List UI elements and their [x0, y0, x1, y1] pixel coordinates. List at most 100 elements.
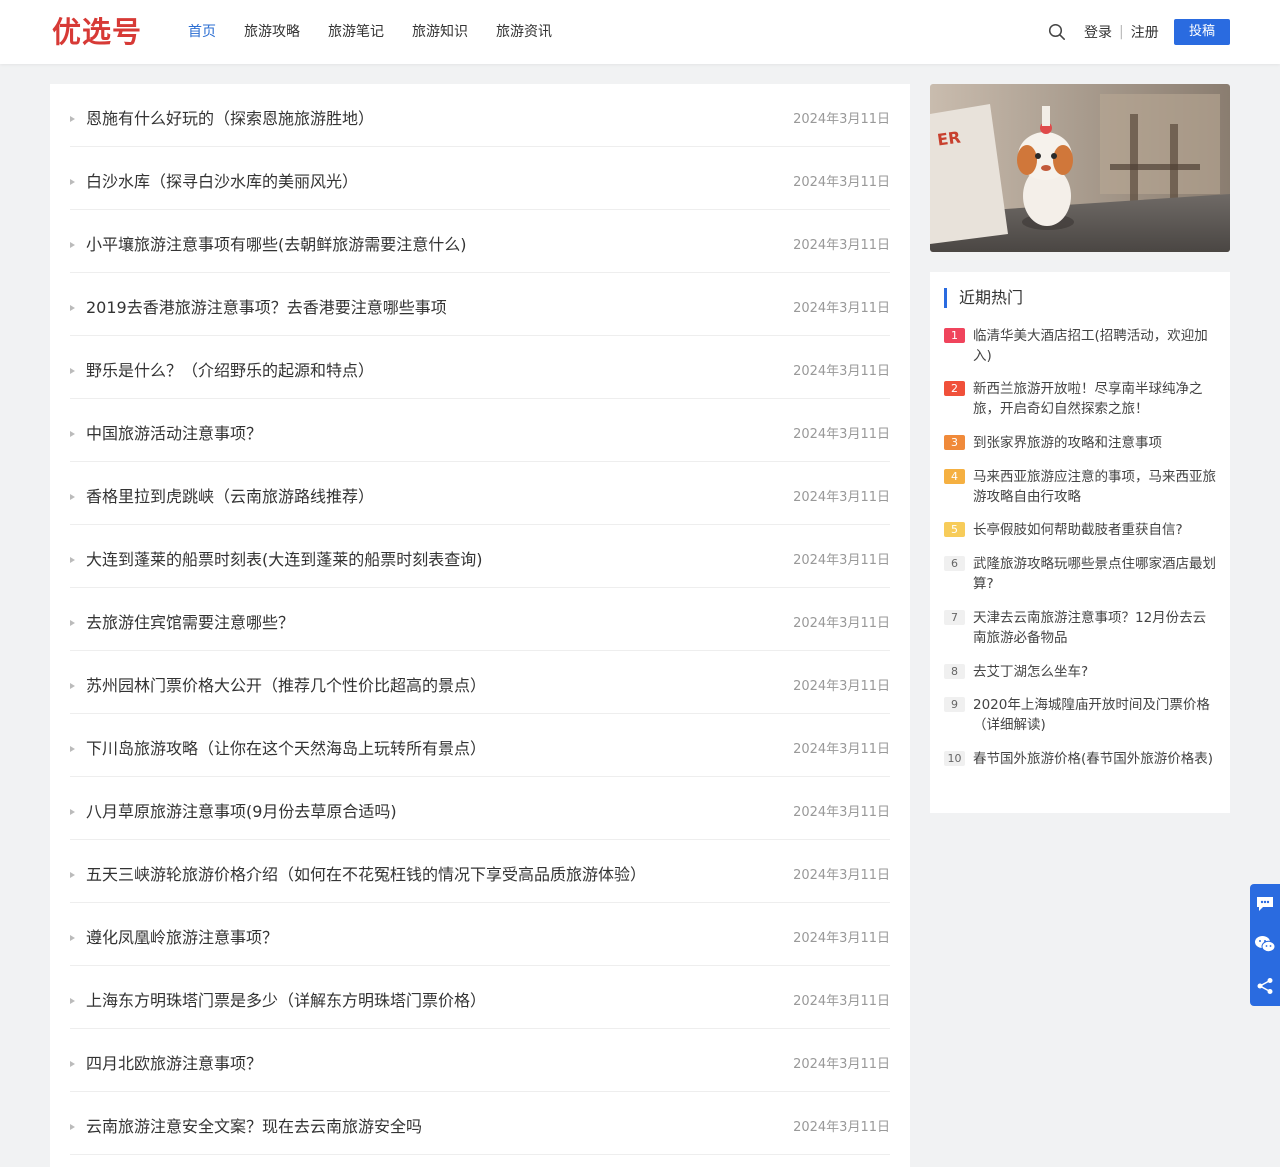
share-button[interactable] [1250, 966, 1280, 1006]
bullet-arrow-icon [70, 683, 75, 689]
article-row[interactable]: 香格里拉到虎跳峡（云南旅游路线推荐） 2024年3月11日 [70, 462, 890, 525]
article-title[interactable]: 恩施有什么好玩的（探索恩施旅游胜地） [86, 108, 374, 130]
article-row[interactable]: 苏州园林门票价格大公开（推荐几个性价比超高的景点） 2024年3月11日 [70, 651, 890, 714]
article-date: 2024年3月11日 [793, 931, 890, 946]
hot-rank-badge: 8 [944, 664, 965, 679]
article-date: 2024年3月11日 [793, 679, 890, 694]
article-row[interactable]: 四月北欧旅游注意事项？ 2024年3月11日 [70, 1029, 890, 1092]
comment-icon [1257, 897, 1273, 911]
comment-button[interactable] [1250, 884, 1280, 924]
bullet-arrow-icon [70, 242, 75, 248]
article-date: 2024年3月11日 [793, 175, 890, 190]
hot-rank-badge: 7 [944, 610, 965, 625]
hot-rank-badge: 6 [944, 556, 965, 571]
article-title[interactable]: 四月北欧旅游注意事项？ [86, 1053, 262, 1075]
floating-toolbar [1250, 884, 1280, 1006]
hot-post-title[interactable]: 天津去云南旅游注意事项？12月份去云南旅游必备物品 [973, 608, 1217, 648]
wechat-button[interactable] [1250, 924, 1280, 964]
search-icon[interactable] [1048, 23, 1066, 41]
article-title[interactable]: 中国旅游活动注意事项？ [86, 423, 262, 445]
hot-post-title[interactable]: 临清华美大酒店招工(招聘活动，欢迎加入) [973, 326, 1217, 366]
post-button[interactable]: 投稿 [1174, 19, 1230, 45]
article-title[interactable]: 小平壤旅游注意事项有哪些(去朝鲜旅游需要注意什么) [86, 234, 467, 256]
article-date: 2024年3月11日 [793, 742, 890, 757]
hot-rank-badge: 3 [944, 435, 965, 450]
article-date: 2024年3月11日 [793, 868, 890, 883]
hot-post-title[interactable]: 去艾丁湖怎么坐车? [973, 662, 1217, 682]
article-row[interactable]: 大连到蓬莱的船票时刻表(大连到蓬莱的船票时刻表查询) 2024年3月11日 [70, 525, 890, 588]
nav-item-3[interactable]: 旅游知识 [412, 0, 468, 64]
article-date: 2024年3月11日 [793, 616, 890, 631]
site-header: 优选号 首页 旅游攻略 旅游笔记 旅游知识 旅游资讯 登录 | 注册 投稿 [0, 0, 1280, 64]
register-link[interactable]: 注册 [1131, 22, 1159, 42]
bullet-arrow-icon [70, 179, 75, 185]
hot-post-title[interactable]: 新西兰旅游开放啦！尽享南半球纯净之旅，开启奇幻自然探索之旅！ [973, 379, 1217, 419]
login-link[interactable]: 登录 [1084, 22, 1112, 42]
hot-posts-title: 近期热门 [944, 288, 1023, 308]
hot-post-title[interactable]: 到张家界旅游的攻略和注意事项 [973, 433, 1217, 453]
hot-post-title[interactable]: 武隆旅游攻略玩哪些景点住哪家酒店最划算? [973, 554, 1217, 594]
article-row[interactable]: 去旅游住宾馆需要注意哪些？ 2024年3月11日 [70, 588, 890, 651]
featured-image[interactable]: ER [930, 84, 1230, 252]
nav-item-1[interactable]: 旅游攻略 [244, 0, 300, 64]
article-date: 2024年3月11日 [793, 301, 890, 316]
article-title[interactable]: 遵化凤凰岭旅游注意事项？ [86, 927, 278, 949]
bullet-arrow-icon [70, 935, 75, 941]
site-logo[interactable]: 优选号 [52, 14, 142, 50]
bullet-arrow-icon [70, 116, 75, 122]
hot-rank-badge: 10 [944, 751, 965, 766]
article-title[interactable]: 2019去香港旅游注意事项？去香港要注意哪些事项 [86, 297, 447, 319]
bullet-arrow-icon [70, 620, 75, 626]
bullet-arrow-icon [70, 494, 75, 500]
main-nav: 首页 旅游攻略 旅游笔记 旅游知识 旅游资讯 [188, 0, 580, 64]
hot-post-title[interactable]: 长亭假肢如何帮助截肢者重获自信? [973, 520, 1217, 540]
featured-photo: ER [930, 84, 1230, 252]
bullet-arrow-icon [70, 809, 75, 815]
hot-rank-badge: 1 [944, 328, 965, 343]
bullet-arrow-icon [70, 1061, 75, 1067]
article-title[interactable]: 五天三峡游轮旅游价格介绍（如何在不花冤枉钱的情况下享受高品质旅游体验） [86, 864, 646, 886]
article-title[interactable]: 下川岛旅游攻略（让你在这个天然海岛上玩转所有景点） [86, 738, 486, 760]
article-row[interactable]: 上海东方明珠塔门票是多少（详解东方明珠塔门票价格） 2024年3月11日 [70, 966, 890, 1029]
bullet-arrow-icon [70, 998, 75, 1004]
article-date: 2024年3月11日 [793, 553, 890, 568]
article-title[interactable]: 大连到蓬莱的船票时刻表(大连到蓬莱的船票时刻表查询) [86, 549, 483, 571]
bullet-arrow-icon [70, 746, 75, 752]
article-row[interactable]: 野乐是什么？（介绍野乐的起源和特点） 2024年3月11日 [70, 336, 890, 399]
hot-post-title[interactable]: 2020年上海城隍庙开放时间及门票价格（详细解读) [973, 695, 1217, 735]
article-list-panel: 恩施有什么好玩的（探索恩施旅游胜地） 2024年3月11日 白沙水库（探寻白沙水库的… [50, 84, 910, 1167]
article-date: 2024年3月11日 [793, 1120, 890, 1135]
nav-item-2[interactable]: 旅游笔记 [328, 0, 384, 64]
article-row[interactable]: 下川岛旅游攻略（让你在这个天然海岛上玩转所有景点） 2024年3月11日 [70, 714, 890, 777]
article-row[interactable]: 八月草原旅游注意事项(9月份去草原合适吗) 2024年3月11日 [70, 777, 890, 840]
article-title[interactable]: 云南旅游注意安全文案？现在去云南旅游安全吗 [86, 1116, 422, 1138]
auth-separator: | [1119, 24, 1124, 40]
article-row[interactable]: 中国旅游活动注意事项？ 2024年3月11日 [70, 399, 890, 462]
article-row[interactable]: 云南旅游注意安全文案？现在去云南旅游安全吗 2024年3月11日 [70, 1092, 890, 1155]
hot-rank-badge: 2 [944, 381, 965, 396]
nav-item-0[interactable]: 首页 [188, 0, 216, 64]
article-title[interactable]: 白沙水库（探寻白沙水库的美丽风光） [86, 171, 358, 193]
nav-item-4[interactable]: 旅游资讯 [496, 0, 552, 64]
article-title[interactable]: 香格里拉到虎跳峡（云南旅游路线推荐） [86, 486, 374, 508]
article-date: 2024年3月11日 [793, 427, 890, 442]
wechat-icon [1255, 936, 1276, 953]
article-row[interactable]: 2019去香港旅游注意事项？去香港要注意哪些事项 2024年3月11日 [70, 273, 890, 336]
hot-post-title[interactable]: 马来西亚旅游应注意的事项，马来西亚旅游攻略自由行攻略 [973, 467, 1217, 507]
article-title[interactable]: 八月草原旅游注意事项(9月份去草原合适吗) [86, 801, 397, 823]
article-date: 2024年3月11日 [793, 112, 890, 127]
article-title[interactable]: 野乐是什么？（介绍野乐的起源和特点） [86, 360, 374, 382]
article-title[interactable]: 去旅游住宾馆需要注意哪些？ [86, 612, 294, 634]
hot-post-title[interactable]: 春节国外旅游价格(春节国外旅游价格表) [973, 749, 1217, 769]
article-row[interactable]: 白沙水库（探寻白沙水库的美丽风光） 2024年3月11日 [70, 147, 890, 210]
article-row[interactable]: 遵化凤凰岭旅游注意事项？ 2024年3月11日 [70, 903, 890, 966]
hot-posts-widget: 近期热门 1 临清华美大酒店招工(招聘活动，欢迎加入) 2 新西兰旅游开放啦！尽享南半… [930, 272, 1230, 813]
article-title[interactable]: 苏州园林门票价格大公开（推荐几个性价比超高的景点） [86, 675, 486, 697]
bullet-arrow-icon [70, 872, 75, 878]
article-row[interactable]: 五天三峡游轮旅游价格介绍（如何在不花冤枉钱的情况下享受高品质旅游体验） 2024年… [70, 840, 890, 903]
bullet-arrow-icon [70, 368, 75, 374]
article-row[interactable]: 小平壤旅游注意事项有哪些(去朝鲜旅游需要注意什么) 2024年3月11日 [70, 210, 890, 273]
hot-rank-badge: 9 [944, 697, 965, 712]
article-row[interactable]: 恩施有什么好玩的（探索恩施旅游胜地） 2024年3月11日 [70, 84, 890, 147]
article-title[interactable]: 上海东方明珠塔门票是多少（详解东方明珠塔门票价格） [86, 990, 486, 1012]
